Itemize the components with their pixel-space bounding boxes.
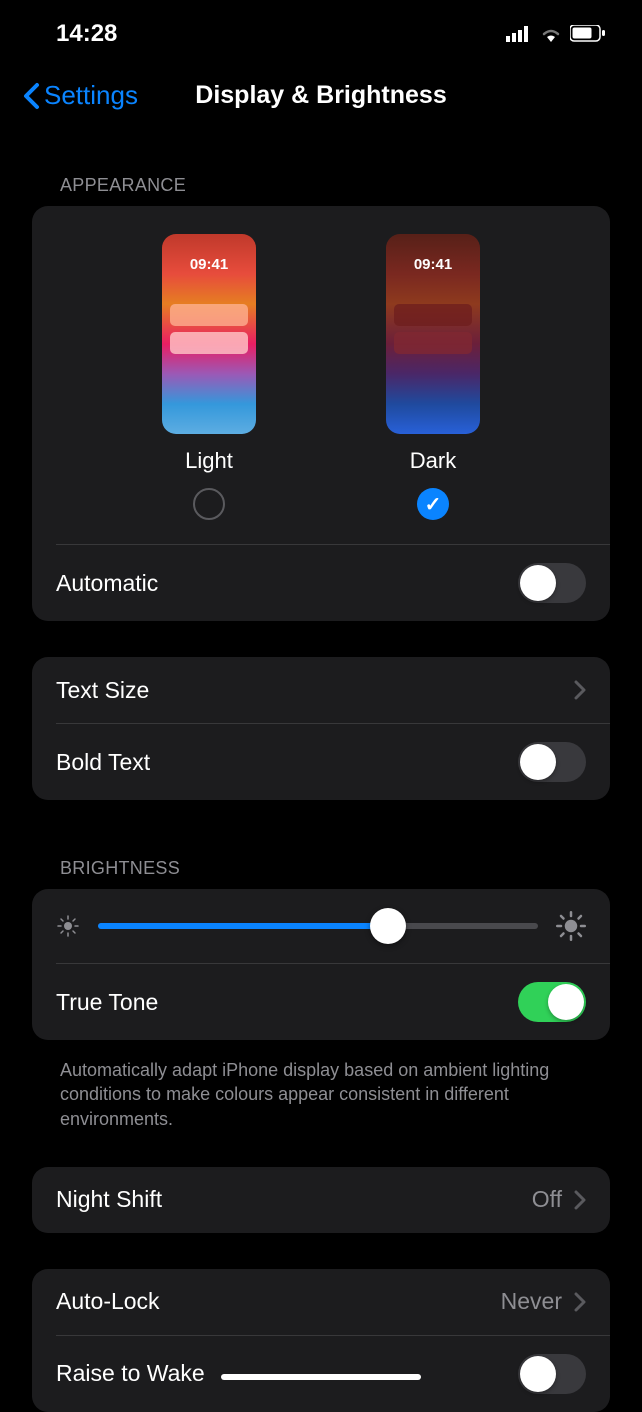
nav-bar: Settings Display & Brightness [0, 60, 642, 129]
night-shift-value: Off [532, 1186, 562, 1213]
lock-group: Auto-Lock Never Raise to Wake [32, 1269, 610, 1412]
appearance-group: 09:41 Light 09:41 Dark Automatic [32, 206, 610, 621]
sun-small-icon [56, 914, 80, 938]
dark-preview: 09:41 [386, 234, 480, 434]
chevron-right-icon [574, 1190, 586, 1210]
automatic-toggle[interactable] [518, 563, 586, 603]
appearance-light[interactable]: 09:41 Light [162, 234, 256, 520]
auto-lock-value: Never [501, 1288, 562, 1315]
brightness-group: True Tone [32, 889, 610, 1040]
back-label: Settings [44, 80, 138, 111]
text-size-row[interactable]: Text Size [32, 657, 610, 723]
light-preview: 09:41 [162, 234, 256, 434]
appearance-dark[interactable]: 09:41 Dark [386, 234, 480, 520]
auto-lock-label: Auto-Lock [56, 1288, 160, 1315]
light-radio[interactable] [193, 488, 225, 520]
bold-text-toggle[interactable] [518, 742, 586, 782]
bold-text-label: Bold Text [56, 749, 150, 776]
appearance-options: 09:41 Light 09:41 Dark [32, 206, 610, 544]
chevron-right-icon [574, 1292, 586, 1312]
text-group: Text Size Bold Text [32, 657, 610, 800]
battery-icon [570, 25, 606, 43]
auto-lock-row[interactable]: Auto-Lock Never [32, 1269, 610, 1335]
back-button[interactable]: Settings [22, 80, 138, 111]
night-shift-group: Night Shift Off [32, 1167, 610, 1233]
true-tone-footer: Automatically adapt iPhone display based… [32, 1048, 610, 1131]
appearance-header: APPEARANCE [32, 153, 610, 206]
home-indicator[interactable] [221, 1374, 421, 1380]
wifi-icon [540, 26, 562, 42]
light-label: Light [185, 448, 233, 474]
status-time: 14:28 [56, 20, 117, 48]
brightness-header: BRIGHTNESS [32, 836, 610, 889]
text-size-label: Text Size [56, 677, 149, 704]
chevron-right-icon [574, 680, 586, 700]
true-tone-toggle[interactable] [518, 982, 586, 1022]
brightness-slider[interactable] [98, 923, 538, 929]
chevron-left-icon [22, 82, 40, 110]
dark-label: Dark [410, 448, 456, 474]
night-shift-label: Night Shift [56, 1186, 162, 1213]
brightness-slider-row [32, 889, 610, 963]
raise-to-wake-toggle[interactable] [518, 1354, 586, 1394]
night-shift-row[interactable]: Night Shift Off [32, 1167, 610, 1233]
bold-text-row: Bold Text [56, 723, 610, 800]
automatic-row: Automatic [32, 545, 610, 621]
sun-large-icon [556, 911, 586, 941]
true-tone-row: True Tone [56, 963, 610, 1040]
status-icons [506, 25, 606, 43]
true-tone-label: True Tone [56, 989, 158, 1016]
page-title: Display & Brightness [195, 81, 446, 110]
cellular-icon [506, 26, 532, 42]
status-bar: 14:28 [0, 0, 642, 60]
raise-to-wake-label: Raise to Wake [56, 1360, 205, 1387]
brightness-thumb[interactable] [370, 908, 406, 944]
dark-radio[interactable] [417, 488, 449, 520]
automatic-label: Automatic [56, 570, 158, 597]
